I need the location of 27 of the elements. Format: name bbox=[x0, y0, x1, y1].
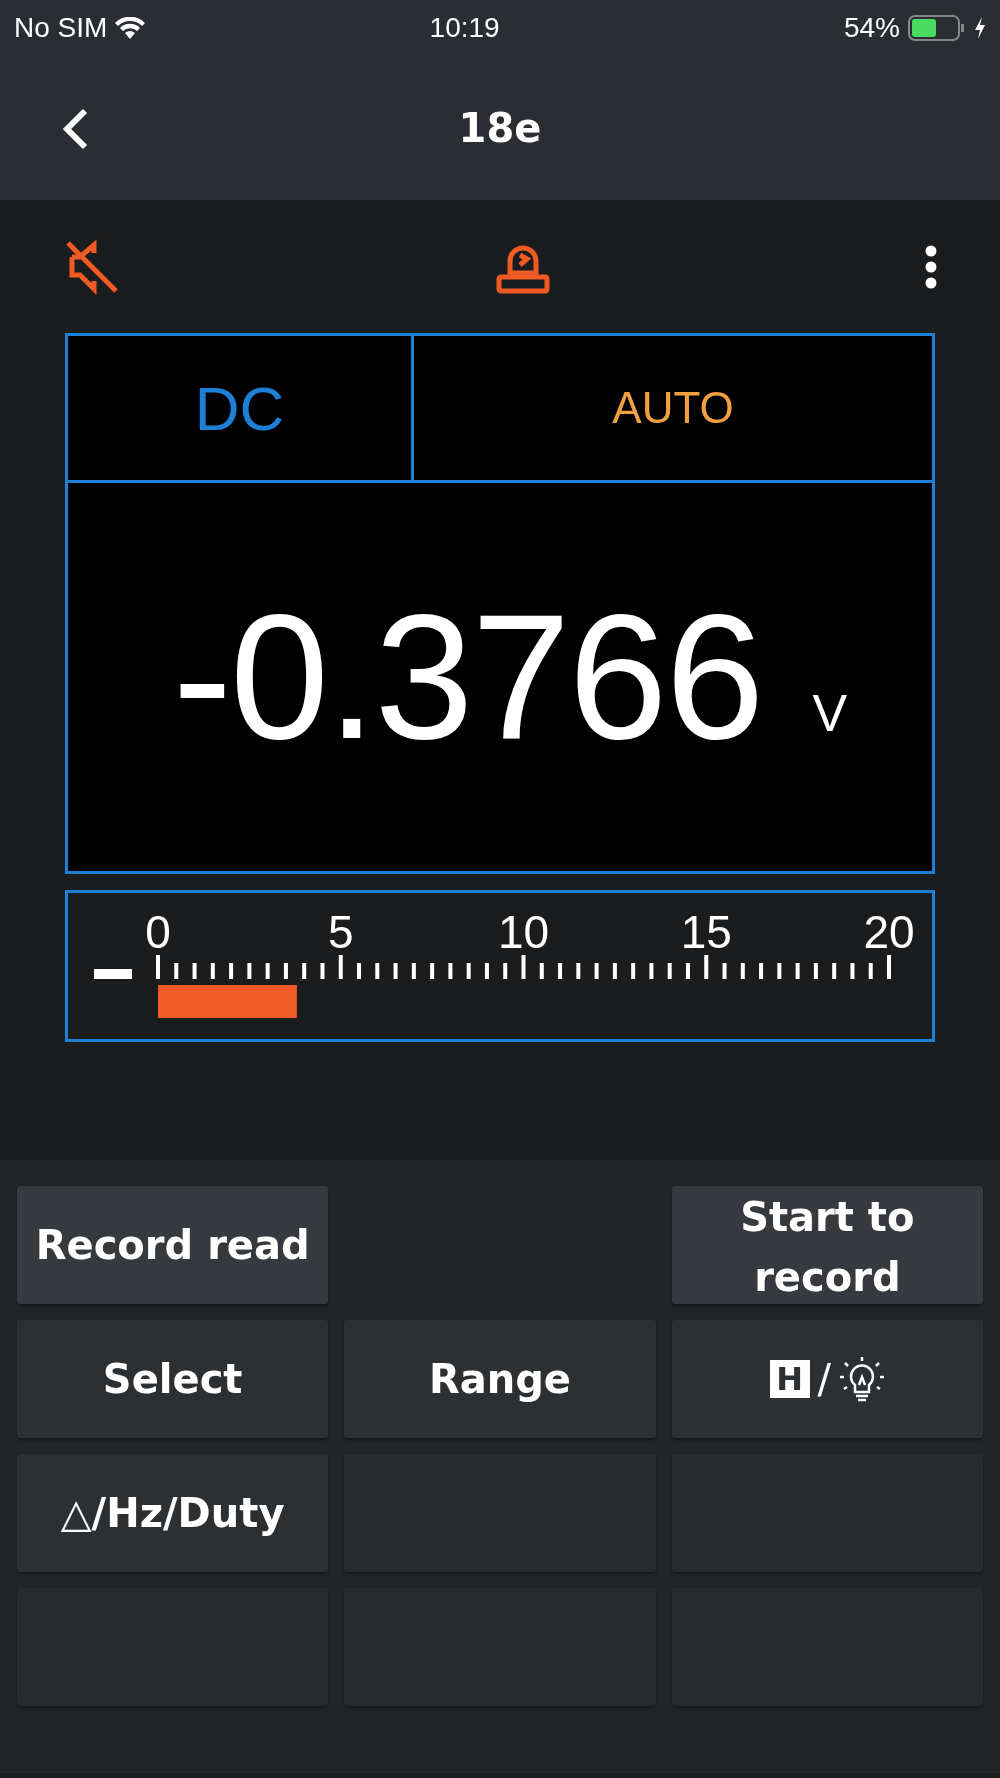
scale-label: 15 bbox=[680, 906, 732, 958]
hold-light-button[interactable]: H / bbox=[671, 1320, 983, 1438]
light-bulb-icon bbox=[839, 1355, 886, 1403]
coupling-mode: DC bbox=[194, 372, 285, 445]
more-icon[interactable] bbox=[924, 244, 938, 289]
battery-percent: 54% bbox=[843, 10, 900, 45]
scale-label: 20 bbox=[863, 906, 915, 958]
unit-label: V bbox=[812, 683, 848, 744]
range-mode: AUTO bbox=[612, 382, 734, 434]
charging-icon bbox=[974, 16, 986, 39]
scale-label: 0 bbox=[145, 906, 171, 958]
keypad-button[interactable]: Select bbox=[17, 1320, 329, 1438]
meter-reading: -0.3766 bbox=[172, 588, 763, 766]
back-icon[interactable] bbox=[60, 107, 90, 151]
keypad-button[interactable]: Range bbox=[344, 1320, 656, 1438]
keypad-button[interactable]: △/Hz/Duty bbox=[17, 1454, 329, 1572]
separator-text: / bbox=[817, 1355, 832, 1404]
hold-label: H bbox=[769, 1360, 810, 1398]
screen-title: 18e bbox=[458, 103, 542, 153]
battery-icon bbox=[908, 14, 966, 41]
wifi-icon bbox=[115, 16, 146, 39]
clock-time: 10:19 bbox=[429, 10, 500, 45]
carrier-name: No SIM bbox=[14, 10, 108, 45]
scale-label: 5 bbox=[327, 906, 354, 958]
keypad-button[interactable]: Record read bbox=[17, 1186, 329, 1304]
keypad-button[interactable]: Start to record bbox=[671, 1186, 983, 1304]
scale-label: 10 bbox=[497, 906, 550, 958]
